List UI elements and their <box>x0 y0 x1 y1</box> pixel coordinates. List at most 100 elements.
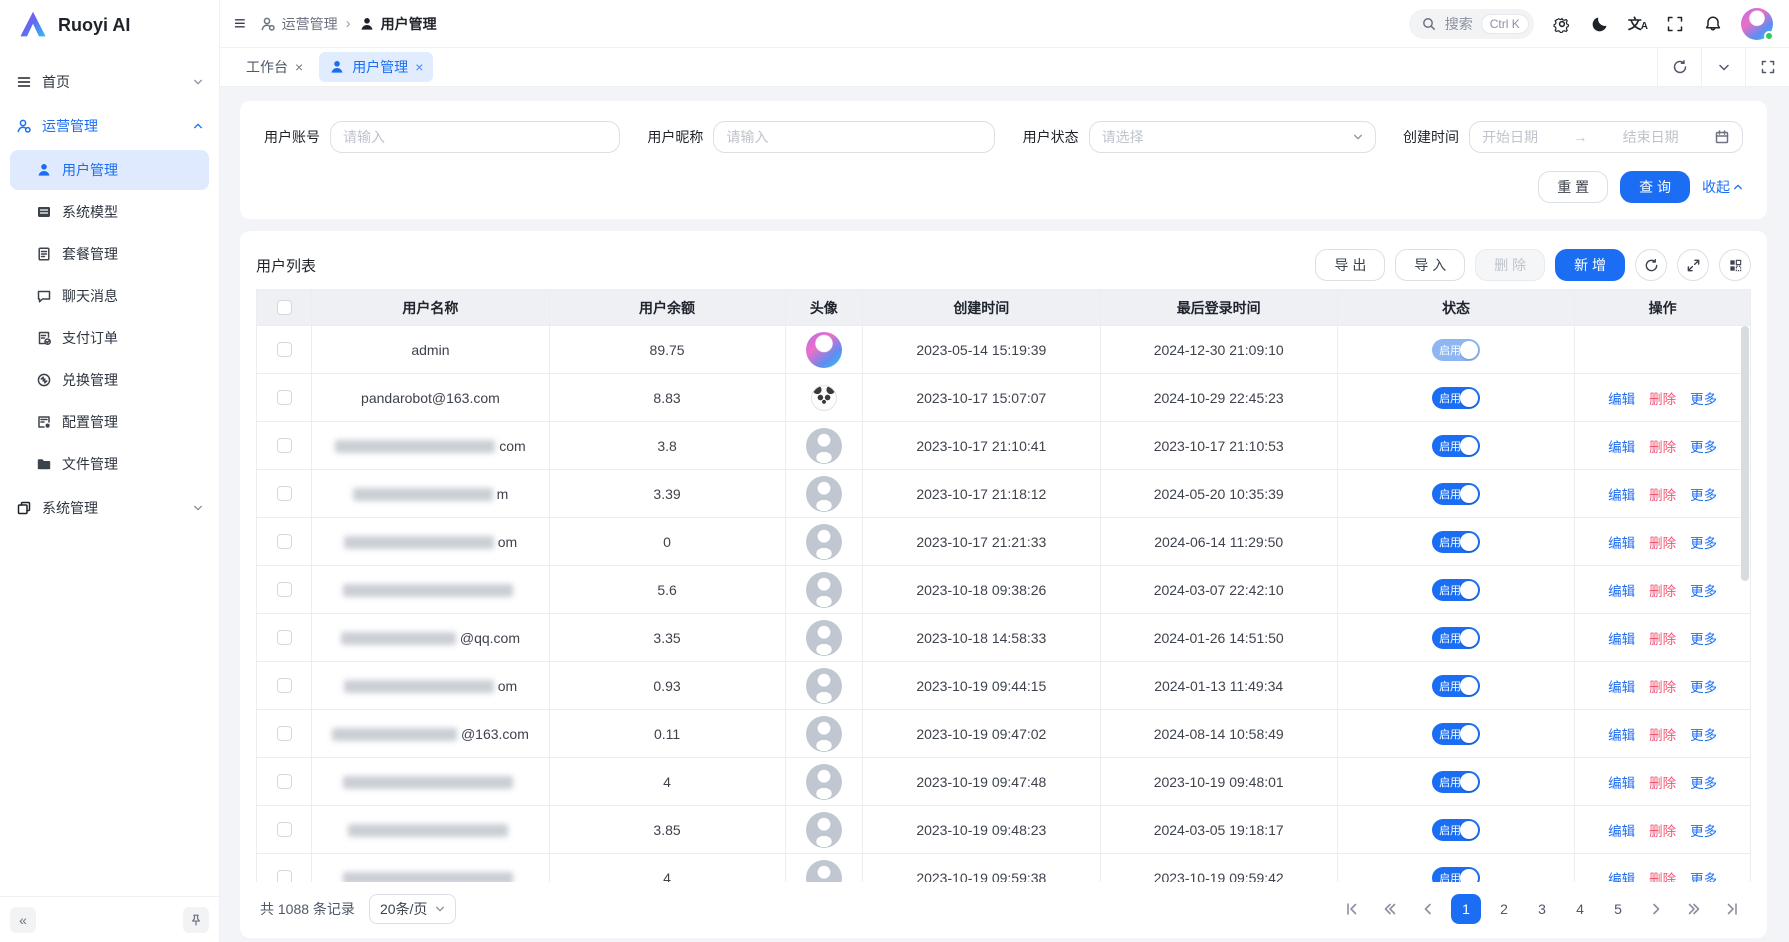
page-size-select[interactable]: 20条/页 <box>369 894 456 924</box>
jump-forward-button[interactable] <box>1679 894 1709 924</box>
page-button-1[interactable]: 1 <box>1451 894 1481 924</box>
delete-link[interactable]: 删除 <box>1649 820 1676 840</box>
status-toggle[interactable]: 启用 <box>1432 483 1480 505</box>
page-button-5[interactable]: 5 <box>1603 894 1633 924</box>
edit-link[interactable]: 编辑 <box>1608 676 1635 696</box>
date-range-input[interactable]: 开始日期 → 结束日期 <box>1469 121 1743 153</box>
edit-link[interactable]: 编辑 <box>1608 436 1635 456</box>
edit-link[interactable]: 编辑 <box>1608 820 1635 840</box>
notifications-bell-icon[interactable] <box>1703 14 1723 34</box>
add-button[interactable]: 新 增 <box>1555 249 1625 281</box>
row-checkbox[interactable] <box>277 438 292 453</box>
column-settings-button[interactable] <box>1719 249 1751 281</box>
status-toggle[interactable]: 启用 <box>1432 675 1480 697</box>
row-checkbox[interactable] <box>277 870 292 882</box>
select-all-checkbox[interactable] <box>277 300 292 315</box>
row-checkbox[interactable] <box>277 678 292 693</box>
export-button[interactable]: 导 出 <box>1315 249 1385 281</box>
status-toggle[interactable]: 启用 <box>1432 867 1480 883</box>
delete-link[interactable]: 删除 <box>1649 724 1676 744</box>
dark-mode-moon-icon[interactable] <box>1590 14 1610 34</box>
row-checkbox[interactable] <box>277 534 292 549</box>
status-toggle[interactable]: 启用 <box>1432 627 1480 649</box>
user-account-input[interactable]: 请输入 <box>330 121 620 153</box>
row-checkbox[interactable] <box>277 342 292 357</box>
row-checkbox[interactable] <box>277 726 292 741</box>
edit-link[interactable]: 编辑 <box>1608 388 1635 408</box>
delete-link[interactable]: 删除 <box>1649 388 1676 408</box>
more-link[interactable]: 更多 <box>1690 532 1717 552</box>
row-checkbox[interactable] <box>277 486 292 501</box>
more-link[interactable]: 更多 <box>1690 484 1717 504</box>
sidebar-item-user-management[interactable]: 用户管理 <box>10 150 209 190</box>
more-link[interactable]: 更多 <box>1690 388 1717 408</box>
user-avatar[interactable] <box>1741 8 1773 40</box>
global-search[interactable]: 搜索 Ctrl K <box>1409 9 1534 39</box>
delete-link[interactable]: 删除 <box>1649 772 1676 792</box>
more-link[interactable]: 更多 <box>1690 868 1717 883</box>
delete-link[interactable]: 删除 <box>1649 532 1676 552</box>
edit-link[interactable]: 编辑 <box>1608 484 1635 504</box>
edit-link[interactable]: 编辑 <box>1608 628 1635 648</box>
status-toggle[interactable]: 启用 <box>1432 531 1480 553</box>
refresh-button[interactable] <box>1635 249 1667 281</box>
first-page-button[interactable] <box>1337 894 1367 924</box>
fullscreen-icon[interactable] <box>1665 14 1685 34</box>
user-nickname-input[interactable]: 请输入 <box>713 121 995 153</box>
row-checkbox[interactable] <box>277 582 292 597</box>
row-checkbox[interactable] <box>277 774 292 789</box>
content-fullscreen-icon[interactable] <box>1745 48 1789 86</box>
page-button-4[interactable]: 4 <box>1565 894 1595 924</box>
sidebar-collapse-button[interactable]: « <box>10 907 36 933</box>
status-toggle[interactable]: 启用 <box>1432 579 1480 601</box>
status-toggle[interactable]: 启用 <box>1432 723 1480 745</box>
more-link[interactable]: 更多 <box>1690 820 1717 840</box>
row-checkbox[interactable] <box>277 822 292 837</box>
status-toggle[interactable]: 启用 <box>1432 339 1480 361</box>
more-link[interactable]: 更多 <box>1690 772 1717 792</box>
status-toggle[interactable]: 启用 <box>1432 435 1480 457</box>
breadcrumb-user-management[interactable]: 用户管理 <box>359 14 437 34</box>
chevron-down-icon[interactable] <box>1701 48 1745 86</box>
page-button-2[interactable]: 2 <box>1489 894 1519 924</box>
delete-link[interactable]: 删除 <box>1649 436 1676 456</box>
more-link[interactable]: 更多 <box>1690 724 1717 744</box>
edit-link[interactable]: 编辑 <box>1608 532 1635 552</box>
sidebar-item-chat-messages[interactable]: 聊天消息 <box>10 276 209 316</box>
tab-workbench[interactable]: 工作台 × <box>236 52 313 82</box>
last-page-button[interactable] <box>1717 894 1747 924</box>
next-page-button[interactable] <box>1641 894 1671 924</box>
sidebar-item-file-management[interactable]: 文件管理 <box>10 444 209 484</box>
more-link[interactable]: 更多 <box>1690 628 1717 648</box>
delete-link[interactable]: 删除 <box>1649 628 1676 648</box>
search-button[interactable]: 查 询 <box>1620 171 1690 203</box>
breadcrumb-operations[interactable]: 运营管理 <box>260 14 338 34</box>
delete-link[interactable]: 删除 <box>1649 580 1676 600</box>
scrollbar-thumb[interactable] <box>1741 326 1749 581</box>
edit-link[interactable]: 编辑 <box>1608 868 1635 883</box>
edit-link[interactable]: 编辑 <box>1608 580 1635 600</box>
pin-icon[interactable] <box>183 907 209 933</box>
sidebar-item-system-models[interactable]: 系统模型 <box>10 192 209 232</box>
close-icon[interactable]: × <box>415 59 423 75</box>
edit-link[interactable]: 编辑 <box>1608 724 1635 744</box>
status-toggle[interactable]: 启用 <box>1432 387 1480 409</box>
collapse-filter-button[interactable]: 收起 <box>1702 177 1743 197</box>
sidebar-item-home[interactable]: 首页 <box>0 60 219 104</box>
refresh-tab-icon[interactable] <box>1657 48 1701 86</box>
jump-back-button[interactable] <box>1375 894 1405 924</box>
reset-button[interactable]: 重 置 <box>1538 171 1608 203</box>
prev-page-button[interactable] <box>1413 894 1443 924</box>
page-button-3[interactable]: 3 <box>1527 894 1557 924</box>
sidebar-item-payment-orders[interactable]: 支付订单 <box>10 318 209 358</box>
more-link[interactable]: 更多 <box>1690 676 1717 696</box>
sidebar-item-package-management[interactable]: 套餐管理 <box>10 234 209 274</box>
close-icon[interactable]: × <box>295 59 303 75</box>
app-logo[interactable]: Ruoyi AI <box>0 0 219 50</box>
delete-link[interactable]: 删除 <box>1649 868 1676 883</box>
tab-user-management[interactable]: 用户管理 × <box>319 52 433 82</box>
row-checkbox[interactable] <box>277 630 292 645</box>
sidebar-item-system-management[interactable]: 系统管理 <box>0 486 219 530</box>
delete-button[interactable]: 删 除 <box>1475 249 1545 281</box>
hamburger-icon[interactable]: ≡ <box>234 14 246 34</box>
